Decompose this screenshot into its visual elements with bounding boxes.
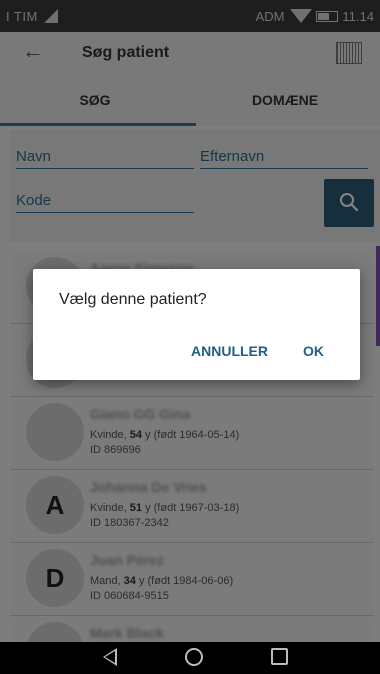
confirm-dialog: Vælg denne patient? ANNULLER OK <box>33 269 360 380</box>
back-triangle-icon[interactable] <box>103 648 117 666</box>
screen: I TIM ADM 11.14 ← Søg patient SØG DOMÆNE … <box>0 0 380 674</box>
ok-button[interactable]: OK <box>303 343 324 359</box>
recents-square-icon[interactable] <box>271 648 288 665</box>
nav-bar <box>0 642 380 674</box>
dialog-message: Vælg denne patient? <box>59 291 207 308</box>
home-circle-icon[interactable] <box>185 648 203 666</box>
cancel-button[interactable]: ANNULLER <box>191 343 268 359</box>
